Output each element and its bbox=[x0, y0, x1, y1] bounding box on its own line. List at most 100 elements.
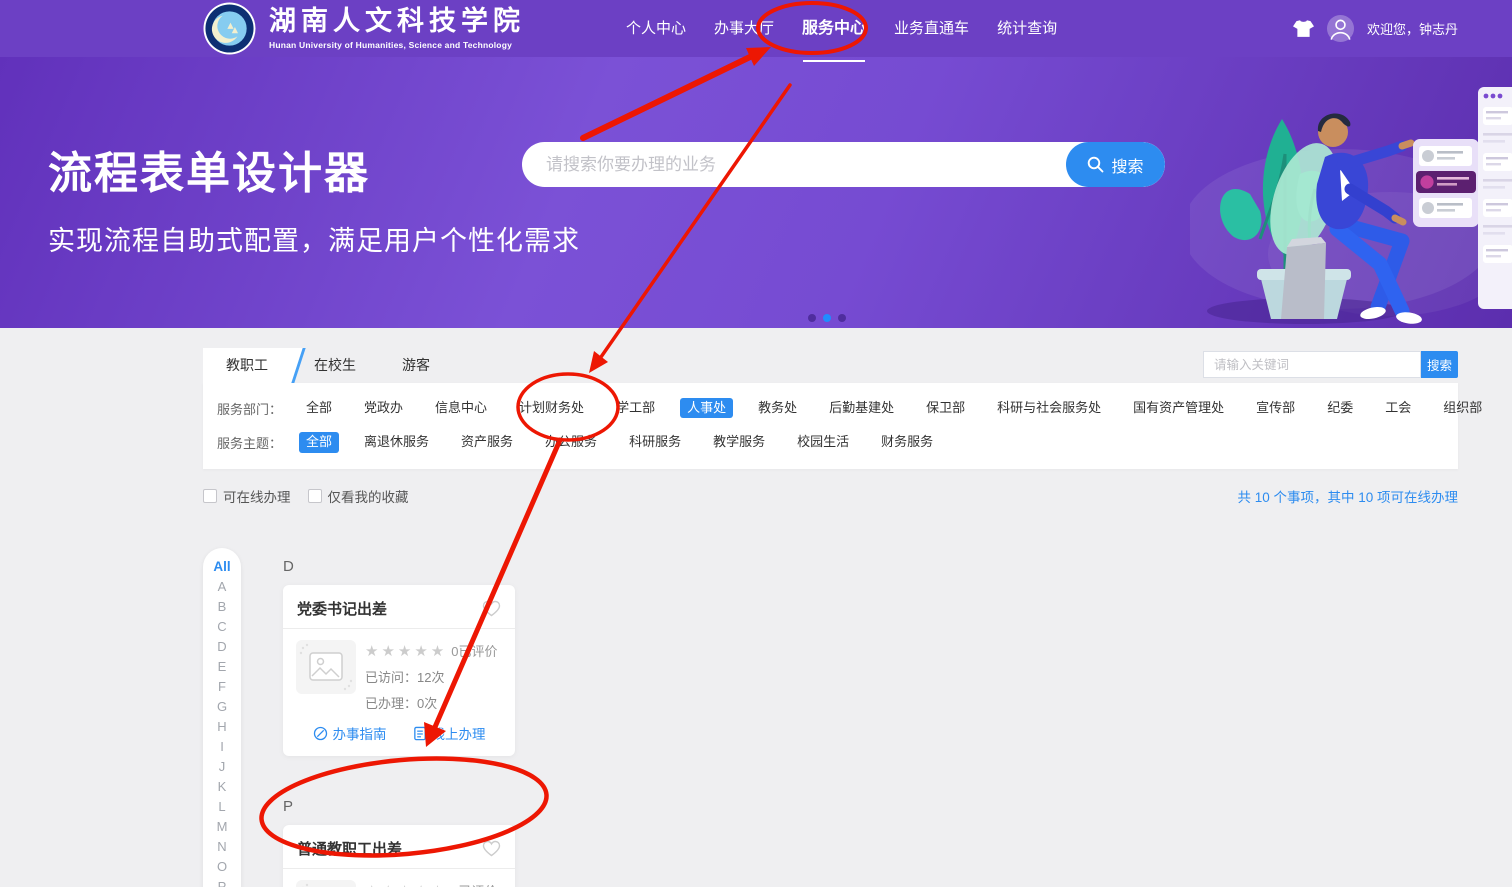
letter-index-item[interactable]: O bbox=[203, 857, 241, 877]
dept-chip[interactable]: 国有资产管理处 bbox=[1126, 398, 1231, 418]
service-groups: D 党委书记出差 bbox=[283, 558, 515, 887]
online-filter[interactable]: 可在线办理 bbox=[203, 486, 291, 506]
dept-chip[interactable]: 学工部 bbox=[609, 398, 662, 418]
keyword-input[interactable] bbox=[1203, 351, 1421, 378]
dept-chip[interactable]: 信息中心 bbox=[428, 398, 494, 418]
theme-chip[interactable]: 科研服务 bbox=[622, 432, 688, 452]
banner-search-button[interactable]: 搜索 bbox=[1066, 142, 1165, 187]
online-filter-checkbox[interactable] bbox=[203, 489, 217, 503]
letter-index-item-all[interactable]: All bbox=[203, 557, 241, 577]
service-card-title: 普通教职工出差 bbox=[297, 838, 402, 859]
visit-count: 已访问：12次 bbox=[365, 667, 497, 686]
online-document-icon bbox=[413, 726, 427, 741]
letter-index-item[interactable]: M bbox=[203, 817, 241, 837]
banner-illustration bbox=[1190, 79, 1512, 328]
letter-index-item[interactable]: D bbox=[203, 637, 241, 657]
theme-shirt-icon[interactable] bbox=[1293, 20, 1314, 38]
dept-chip[interactable]: 科研与社会服务处 bbox=[990, 398, 1108, 418]
theme-chip[interactable]: 教学服务 bbox=[706, 432, 772, 452]
theme-chip[interactable]: 财务服务 bbox=[874, 432, 940, 452]
letter-index-item[interactable]: H bbox=[203, 717, 241, 737]
nav-item-service-center[interactable]: 服务中心 bbox=[802, 0, 866, 57]
carousel-dot[interactable] bbox=[838, 314, 846, 322]
online-handle-link[interactable]: 线上办理 bbox=[413, 723, 486, 743]
service-thumbnail-icon bbox=[296, 640, 356, 694]
favorites-filter-checkbox[interactable] bbox=[308, 489, 322, 503]
carousel-dot[interactable] bbox=[808, 314, 816, 322]
tab-staff[interactable]: 教职工 bbox=[203, 348, 291, 383]
carousel-dot-active[interactable] bbox=[823, 314, 831, 322]
group-letter: P bbox=[283, 798, 515, 818]
letter-index-item[interactable]: L bbox=[203, 797, 241, 817]
dept-chip-selected-renshichu[interactable]: 人事处 bbox=[680, 398, 733, 418]
letter-index-item[interactable]: A bbox=[203, 577, 241, 597]
university-logo[interactable]: 湖南人文科技学院 Hunan University of Humanities,… bbox=[203, 2, 525, 55]
keyword-search-button[interactable]: 搜索 bbox=[1421, 351, 1458, 378]
ui-panel-illustration bbox=[1413, 139, 1479, 227]
letter-index-item[interactable]: B bbox=[203, 597, 241, 617]
dept-chip[interactable]: 教务处 bbox=[751, 398, 804, 418]
group-d: D 党委书记出差 bbox=[283, 558, 515, 756]
nav-item-service-hall[interactable]: 办事大厅 bbox=[714, 0, 774, 57]
letter-index-item[interactable]: K bbox=[203, 777, 241, 797]
letter-index-item[interactable]: N bbox=[203, 837, 241, 857]
letter-index-item[interactable]: P bbox=[203, 877, 241, 887]
dept-chip[interactable]: 宣传部 bbox=[1249, 398, 1302, 418]
user-avatar[interactable] bbox=[1326, 14, 1355, 43]
banner-search-input[interactable] bbox=[522, 142, 1066, 187]
main-nav: 个人中心 办事大厅 服务中心 业务直通车 统计查询 bbox=[626, 0, 1057, 57]
service-card-putong-jiaozhigong-chuchai[interactable]: 普通教职工出差 bbox=[283, 825, 515, 887]
dept-chip[interactable]: 组织部 bbox=[1436, 398, 1489, 418]
tab-student[interactable]: 在校生 bbox=[291, 348, 379, 383]
ui-sidepanel-illustration bbox=[1478, 87, 1512, 309]
filter-panel: 服务部门： 全部 党政办 信息中心 计划财务处 学工部 人事处 教务处 后勤基建… bbox=[203, 383, 1458, 469]
theme-label: 服务主题： bbox=[217, 433, 299, 452]
letter-index-item[interactable]: C bbox=[203, 617, 241, 637]
banner-title: 流程表单设计器 bbox=[48, 137, 370, 201]
banner-search-bar: 搜索 bbox=[522, 142, 1165, 187]
university-emblem-icon bbox=[203, 2, 256, 55]
theme-chip[interactable]: 办公服务 bbox=[538, 432, 604, 452]
dept-chip[interactable]: 保卫部 bbox=[919, 398, 972, 418]
rating-count: 0已评价 bbox=[451, 641, 497, 660]
theme-chip-selected-all[interactable]: 全部 bbox=[299, 432, 339, 452]
theme-chip[interactable]: 资产服务 bbox=[454, 432, 520, 452]
rating-count: 0已评价 bbox=[451, 881, 497, 887]
dept-chip[interactable]: 后勤基建处 bbox=[822, 398, 901, 418]
department-filter-row: 服务部门： 全部 党政办 信息中心 计划财务处 学工部 人事处 教务处 后勤基建… bbox=[203, 391, 1458, 425]
letter-index: All A B C D E F G H I J K L M N O P bbox=[203, 548, 241, 887]
theme-chip[interactable]: 离退休服务 bbox=[357, 432, 436, 452]
guide-link[interactable]: 办事指南 bbox=[313, 723, 387, 743]
tab-guest[interactable]: 游客 bbox=[379, 348, 453, 383]
favorites-filter[interactable]: 仅看我的收藏 bbox=[308, 486, 409, 506]
welcome-text[interactable]: 欢迎您，钟志丹 bbox=[1367, 19, 1458, 38]
letter-index-item[interactable]: G bbox=[203, 697, 241, 717]
letter-index-item[interactable]: J bbox=[203, 757, 241, 777]
dept-chip[interactable]: 纪委 bbox=[1320, 398, 1360, 418]
favorite-heart-icon[interactable] bbox=[482, 600, 501, 617]
dept-chip[interactable]: 计划财务处 bbox=[512, 398, 591, 418]
university-name-cn: 湖南人文科技学院 bbox=[269, 7, 525, 37]
list-options-row: 可在线办理 仅看我的收藏 共 10 个事项，其中 10 项可在线办理 bbox=[203, 486, 1458, 506]
filter-block: 教职工 在校生 游客 搜索 服务部门： 全部 党政办 信息中心 计划财务处 bbox=[203, 348, 1458, 469]
group-letter: D bbox=[283, 558, 515, 578]
service-card-dangwei-shuji-chuchai[interactable]: 党委书记出差 bbox=[283, 585, 515, 756]
theme-chip[interactable]: 校园生活 bbox=[790, 432, 856, 452]
university-name-en: Hunan University of Humanities, Science … bbox=[269, 40, 525, 50]
nav-item-statistics[interactable]: 统计查询 bbox=[997, 0, 1057, 57]
rating-stars: ★★★★★ bbox=[365, 642, 447, 660]
keyword-search: 搜索 bbox=[1203, 351, 1458, 378]
letter-index-item[interactable]: F bbox=[203, 677, 241, 697]
letter-index-item[interactable]: I bbox=[203, 737, 241, 757]
magnifier-icon bbox=[1087, 156, 1104, 173]
result-count: 共 10 个事项，其中 10 项可在线办理 bbox=[1237, 486, 1458, 506]
nav-item-business-express[interactable]: 业务直通车 bbox=[894, 0, 969, 57]
dept-chip[interactable]: 党政办 bbox=[357, 398, 410, 418]
dept-chip[interactable]: 工会 bbox=[1378, 398, 1418, 418]
favorite-heart-icon[interactable] bbox=[482, 840, 501, 857]
nav-item-personal-center[interactable]: 个人中心 bbox=[626, 0, 686, 57]
carousel-dots bbox=[808, 314, 846, 322]
dept-chip-all[interactable]: 全部 bbox=[299, 398, 339, 418]
main-content: 教职工 在校生 游客 搜索 服务部门： 全部 党政办 信息中心 计划财务处 bbox=[0, 328, 1512, 887]
letter-index-item[interactable]: E bbox=[203, 657, 241, 677]
